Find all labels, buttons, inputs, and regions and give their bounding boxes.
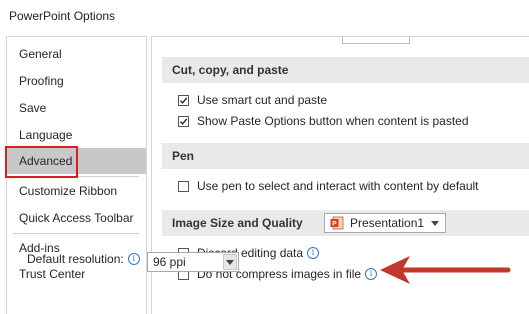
checkmark-icon — [179, 97, 188, 104]
section-title: Image Size and Quality — [172, 216, 303, 230]
checkbox-checked[interactable] — [178, 94, 189, 106]
dropdown-button[interactable] — [223, 254, 237, 270]
chevron-down-icon — [226, 260, 234, 265]
sidebar-item-proofing[interactable]: Proofing — [7, 68, 146, 94]
title-bar: PowerPoint Options — [0, 0, 529, 32]
powerpoint-file-icon: P — [330, 216, 344, 230]
section-header-cut-copy-paste: Cut, copy, and paste — [162, 57, 529, 83]
checkmark-icon — [179, 118, 188, 125]
resolution-value: 96 ppi — [153, 255, 186, 269]
option-label: Use pen to select and interact with cont… — [197, 179, 479, 193]
resolution-label-text: Default resolution: — [27, 252, 124, 266]
svg-text:P: P — [332, 221, 337, 228]
info-icon[interactable]: i — [127, 253, 140, 265]
sidebar-item-customize-ribbon[interactable]: Customize Ribbon — [7, 178, 146, 204]
sidebar-divider — [13, 233, 139, 234]
document-dropdown[interactable]: P Presentation1 — [324, 213, 446, 233]
option-smart-cut-paste[interactable]: Use smart cut and paste — [178, 91, 327, 109]
info-icon[interactable]: i — [307, 247, 320, 259]
info-icon[interactable]: i — [365, 268, 378, 280]
highlight-box — [5, 146, 78, 178]
option-use-pen[interactable]: Use pen to select and interact with cont… — [178, 177, 479, 195]
section-header-image-size-quality: Image Size and Quality P Presentation1 — [162, 210, 529, 236]
checkbox-unchecked[interactable] — [178, 180, 189, 192]
chevron-down-icon — [431, 221, 439, 226]
section-title: Pen — [172, 149, 195, 163]
option-label: Show Paste Options button when content i… — [197, 114, 469, 128]
document-name: Presentation1 — [350, 216, 425, 230]
partial-input-field[interactable] — [342, 37, 410, 44]
sidebar-item-general[interactable]: General — [7, 41, 146, 67]
section-header-pen: Pen — [162, 143, 529, 169]
resolution-dropdown[interactable]: 96 ppi — [147, 252, 239, 272]
option-label: Use smart cut and paste — [197, 93, 328, 107]
section-title: Cut, copy, and paste — [172, 63, 289, 77]
window-title: PowerPoint Options — [9, 9, 116, 23]
sidebar-item-language[interactable]: Language — [7, 122, 146, 148]
sidebar-item-save[interactable]: Save — [7, 95, 146, 121]
default-resolution-label: Default resolution: i — [27, 252, 140, 266]
annotation-arrow — [380, 256, 511, 284]
option-show-paste-options[interactable]: Show Paste Options button when content i… — [178, 112, 469, 130]
sidebar-item-quick-access-toolbar[interactable]: Quick Access Toolbar — [7, 205, 146, 231]
checkbox-checked[interactable] — [178, 115, 189, 127]
